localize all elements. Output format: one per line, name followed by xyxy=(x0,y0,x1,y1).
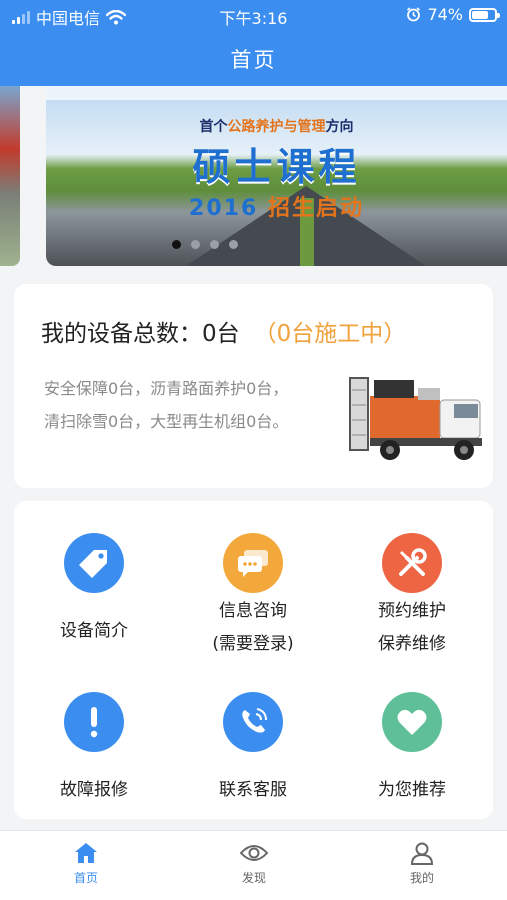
device-breakdown: 安全保障0台，沥青路面养护0台， 清扫除雪0台，大型再生机组0台。 xyxy=(44,379,289,431)
tab-label: 我的 xyxy=(409,871,434,885)
grid-label: 保养维修 xyxy=(378,634,446,654)
carousel-dot[interactable] xyxy=(229,240,238,249)
carousel-dot[interactable] xyxy=(191,240,200,249)
banner-headline: 硕士课程 xyxy=(192,145,361,189)
user-icon xyxy=(410,842,434,865)
home-icon xyxy=(75,843,97,863)
grid-label: 预约维护 xyxy=(378,601,446,621)
tab-home[interactable]: 首页 xyxy=(36,841,136,886)
grid-label: 设备简介 xyxy=(60,621,128,641)
grid-label: 联系客服 xyxy=(219,780,287,800)
alert-icon xyxy=(64,692,124,752)
eye-icon xyxy=(239,845,269,861)
grid-label: 信息咨询 xyxy=(219,601,287,621)
alarm-icon xyxy=(407,7,421,22)
grid-item-maintenance[interactable]: 预约维护 保养维修 xyxy=(342,533,482,661)
grid-item-fault-report[interactable]: 故障报修 xyxy=(24,692,164,807)
tab-me[interactable]: 我的 xyxy=(372,841,472,886)
tag-icon xyxy=(64,533,124,593)
truck-image xyxy=(349,377,482,460)
function-grid: 设备简介 信息咨询 (需要登录) 预约维护 保养维修 故障报修 联系客服 为您推… xyxy=(14,501,493,819)
banner-prev-peek[interactable] xyxy=(0,86,20,266)
banner-image[interactable]: 首个公路养护与管理方向 硕士课程 2016 招生启动 xyxy=(46,86,507,266)
tools-icon xyxy=(382,533,442,593)
grid-item-customer-service[interactable]: 联系客服 xyxy=(183,692,323,807)
battery-icon xyxy=(469,7,500,22)
carousel-dot[interactable] xyxy=(172,240,181,249)
device-summary-card[interactable]: 我的设备总数：0台 （0台施工中） 安全保障0台，沥青路面养护0台， 清扫除雪0台… xyxy=(14,284,493,488)
phone-icon xyxy=(223,692,283,752)
grid-label-note: (需要登录) xyxy=(212,634,294,654)
banner-subtitle: 首个公路养护与管理方向 xyxy=(199,119,354,135)
grid-item-device-intro[interactable]: 设备简介 xyxy=(24,533,164,648)
page-title: 首页 xyxy=(230,48,277,72)
grid-label: 为您推荐 xyxy=(378,780,446,800)
bottom-tab-bar: 首页 发现 我的 xyxy=(0,830,507,900)
working-count: （0台施工中） xyxy=(253,321,407,347)
status-right: 74% xyxy=(406,5,500,24)
chat-icon xyxy=(223,533,283,593)
device-count-title: 我的设备总数：0台 （0台施工中） xyxy=(41,321,407,347)
banner-year-line: 2016 招生启动 xyxy=(189,196,364,221)
battery-percent: 74% xyxy=(427,5,463,24)
carousel-dots[interactable] xyxy=(172,240,238,249)
grid-label: 故障报修 xyxy=(60,780,128,800)
carousel-dot[interactable] xyxy=(210,240,219,249)
top-header: 中国电信 下午3:16 74% 首页 xyxy=(0,0,507,86)
banner-logo-strip xyxy=(46,86,507,100)
grid-item-recommend[interactable]: 为您推荐 xyxy=(342,692,482,807)
tab-label: 发现 xyxy=(241,871,266,885)
banner-carousel[interactable]: 首个公路养护与管理方向 硕士课程 2016 招生启动 xyxy=(0,86,507,268)
heart-icon xyxy=(382,692,442,752)
status-bar: 中国电信 下午3:16 74% xyxy=(0,0,507,30)
grid-item-info-consult[interactable]: 信息咨询 (需要登录) xyxy=(183,533,323,661)
tab-discover[interactable]: 发现 xyxy=(204,841,304,886)
tab-label: 首页 xyxy=(73,871,98,885)
